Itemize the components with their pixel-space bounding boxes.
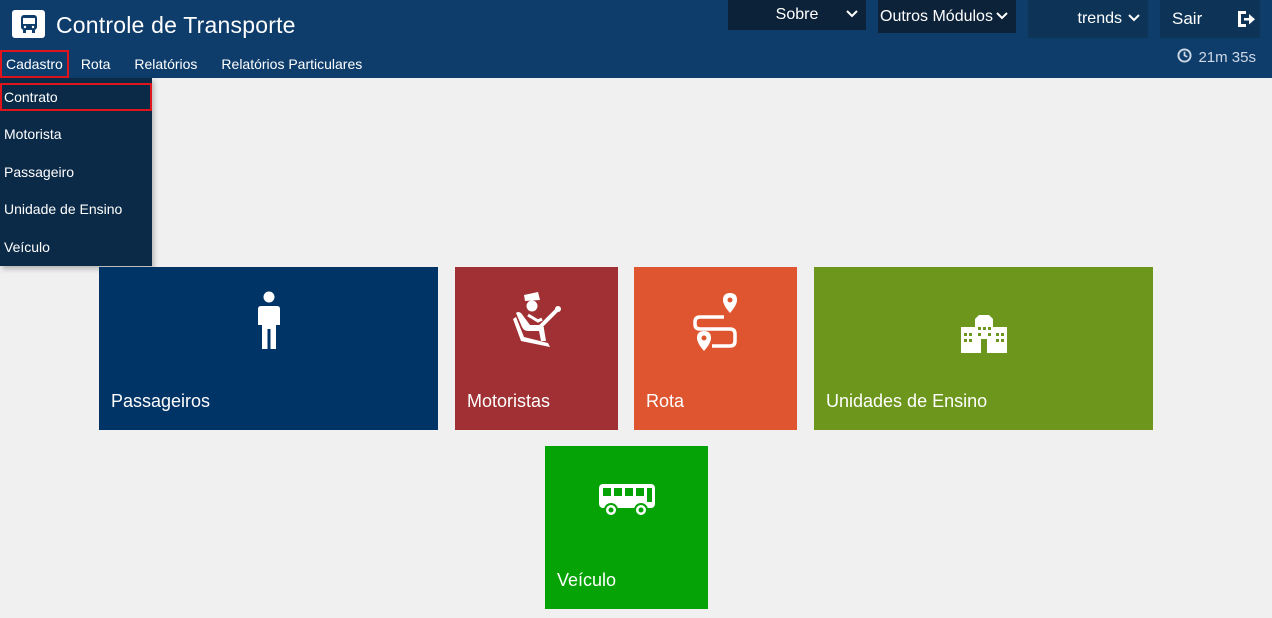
dropdown-item-motorista[interactable]: Motorista <box>0 116 152 154</box>
tile-label: Motoristas <box>467 391 551 411</box>
user-name: trends <box>1077 10 1122 27</box>
menu-relatorios-particulares[interactable]: Relatórios Particulares <box>209 50 374 78</box>
dropdown-item-veiculo[interactable]: Veículo <box>0 229 152 267</box>
app-header: Controle de Transporte Sobre Outros Módu… <box>0 0 1272 78</box>
dropdown-item-contrato[interactable]: Contrato <box>0 83 152 111</box>
main-menu: Cadastro Rota Relatórios Relatórios Part… <box>0 50 374 78</box>
tile-label: Unidades de Ensino <box>826 391 988 411</box>
tile-label: Passageiros <box>111 391 211 411</box>
outros-modulos-label: Outros Módulos <box>880 7 993 25</box>
tile-rota[interactable]: Rota <box>634 267 797 430</box>
sobre-label: Sobre <box>775 6 819 23</box>
user-menu-button[interactable]: trends <box>1028 0 1148 38</box>
sobre-button[interactable]: Sobre <box>728 0 866 30</box>
tile-label: Rota <box>646 391 685 411</box>
sair-label: Sair <box>1172 9 1203 28</box>
chevron-down-icon <box>1128 10 1140 28</box>
tile-veiculo[interactable]: Veículo <box>545 446 708 609</box>
bus-icon <box>12 10 45 38</box>
dropdown-item-passageiro[interactable]: Passageiro <box>0 154 152 192</box>
tile-passageiros[interactable]: Passageiros <box>99 267 438 430</box>
timer-value: 21m 35s <box>1198 49 1256 66</box>
dropdown-item-unidade-de-ensino[interactable]: Unidade de Ensino <box>0 191 152 229</box>
route-icon <box>692 291 740 358</box>
chevron-down-icon <box>996 8 1008 26</box>
session-timer: 21m 35s <box>1177 48 1256 67</box>
menu-cadastro[interactable]: Cadastro <box>0 50 69 78</box>
menu-relatorios[interactable]: Relatórios <box>122 50 209 78</box>
menu-rota[interactable]: Rota <box>77 50 123 78</box>
driver-icon <box>512 291 562 354</box>
person-icon <box>254 291 284 358</box>
school-icon <box>957 291 1011 363</box>
chevron-down-icon <box>846 6 858 24</box>
tile-motoristas[interactable]: Motoristas <box>455 267 618 430</box>
clock-icon <box>1177 48 1192 67</box>
exit-icon <box>1236 9 1256 34</box>
tile-unidades-de-ensino[interactable]: Unidades de Ensino <box>814 267 1153 430</box>
bus-icon <box>597 482 657 523</box>
tile-label: Veículo <box>557 570 617 590</box>
sair-button[interactable]: Sair <box>1160 0 1260 38</box>
app-title: Controle de Transporte <box>56 12 296 38</box>
cadastro-dropdown: Contrato Motorista Passageiro Unidade de… <box>0 78 152 266</box>
outros-modulos-button[interactable]: Outros Módulos <box>878 0 1016 33</box>
